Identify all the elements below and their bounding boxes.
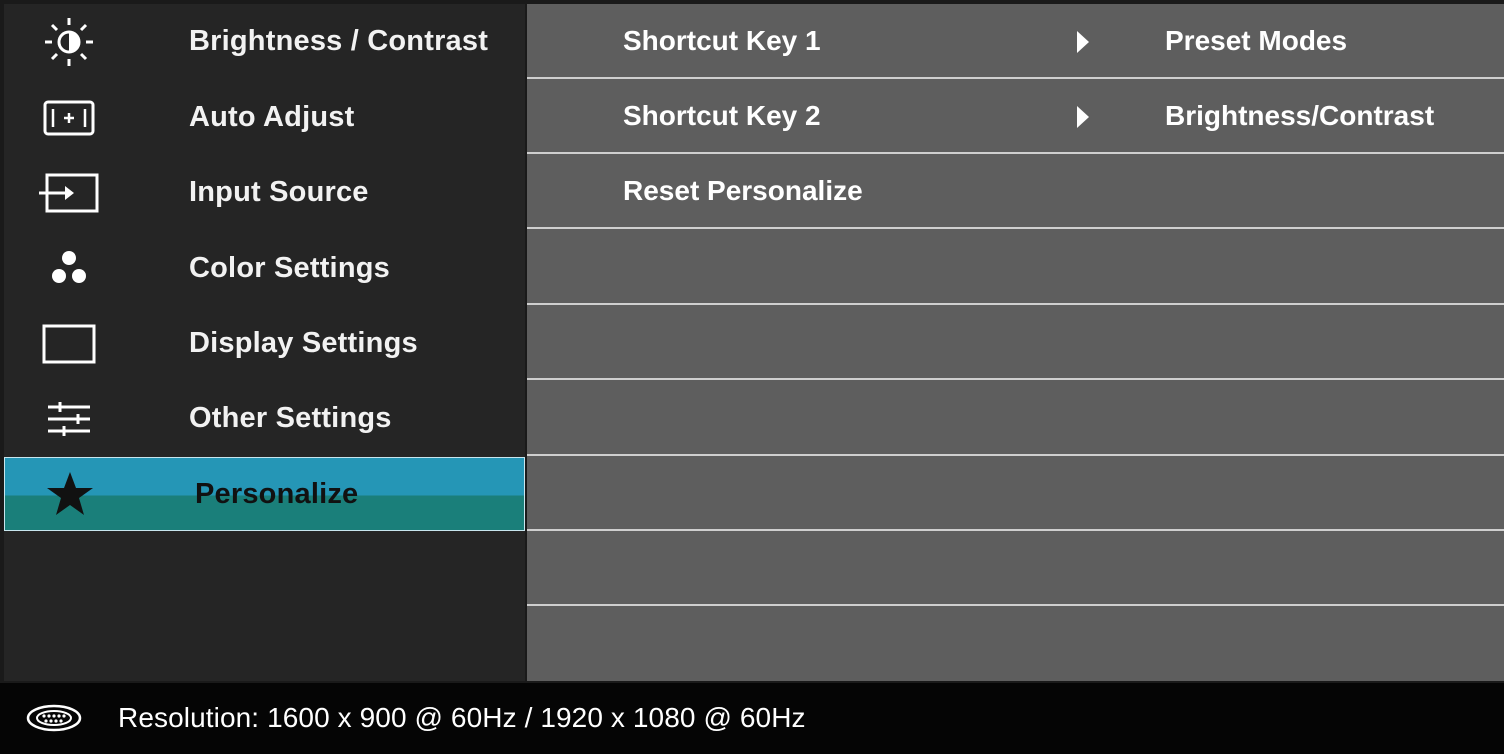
input-source-icon: [34, 168, 104, 218]
star-icon: [35, 469, 105, 519]
submenu-row-empty: [527, 606, 1504, 681]
arrow-right-icon: [1077, 106, 1089, 128]
arrow-right-icon: [1077, 31, 1089, 53]
menu-item-input-source[interactable]: Input Source: [4, 155, 525, 230]
menu-item-color-settings[interactable]: Color Settings: [4, 231, 525, 306]
submenu-value: Brightness/Contrast: [1165, 100, 1435, 131]
monitor-osd: Brightness / Contrast Auto Adjust Input …: [0, 0, 1504, 754]
menu-item-other-settings[interactable]: Other Settings: [4, 381, 525, 456]
menu-item-brightness-contrast[interactable]: Brightness / Contrast: [4, 4, 525, 79]
resolution-label: Resolution:: [118, 702, 260, 733]
display-settings-icon: [34, 319, 104, 369]
main-menu: Brightness / Contrast Auto Adjust Input …: [4, 4, 525, 681]
vga-connector-icon: [26, 703, 82, 738]
menu-item-label: Color Settings: [189, 252, 390, 284]
menu-item-label: Personalize: [195, 477, 359, 510]
menu-item-label: Other Settings: [189, 402, 392, 434]
submenu-row-empty: [527, 230, 1504, 305]
auto-adjust-icon: [34, 93, 104, 143]
submenu-row-shortcut-key-2[interactable]: Shortcut Key 2 Brightness/Contrast: [527, 79, 1504, 154]
submenu-value: Preset Modes: [1165, 25, 1348, 56]
resolution-readout: Resolution: 1600 x 900 @ 60Hz / 1920 x 1…: [118, 702, 806, 734]
submenu-row-empty: [527, 531, 1504, 606]
submenu-label: Reset Personalize: [623, 175, 863, 206]
submenu-row-empty: [527, 456, 1504, 531]
other-settings-icon: [34, 394, 104, 444]
color-settings-icon: [34, 244, 104, 294]
menu-item-auto-adjust[interactable]: Auto Adjust: [4, 80, 525, 155]
submenu-label: Shortcut Key 1: [623, 25, 821, 56]
status-bar: Resolution: 1600 x 900 @ 60Hz / 1920 x 1…: [0, 683, 1504, 754]
menu-item-personalize[interactable]: Personalize: [4, 457, 525, 531]
brightness-icon: [34, 17, 104, 67]
menu-item-label: Brightness / Contrast: [189, 25, 489, 57]
personalize-submenu: Shortcut Key 1 Preset Modes Shortcut Key…: [527, 4, 1504, 681]
submenu-row-shortcut-key-1[interactable]: Shortcut Key 1 Preset Modes: [527, 4, 1504, 79]
submenu-label: Shortcut Key 2: [623, 100, 821, 131]
menu-item-label: Auto Adjust: [189, 101, 355, 133]
menu-item-display-settings[interactable]: Display Settings: [4, 306, 525, 381]
menu-item-label: Display Settings: [189, 327, 418, 359]
submenu-row-empty: [527, 381, 1504, 456]
submenu-row-empty: [527, 305, 1504, 380]
menu-item-label: Input Source: [189, 176, 369, 208]
resolution-value: 1600 x 900 @ 60Hz / 1920 x 1080 @ 60Hz: [267, 702, 806, 733]
submenu-row-reset-personalize[interactable]: Reset Personalize: [527, 154, 1504, 229]
